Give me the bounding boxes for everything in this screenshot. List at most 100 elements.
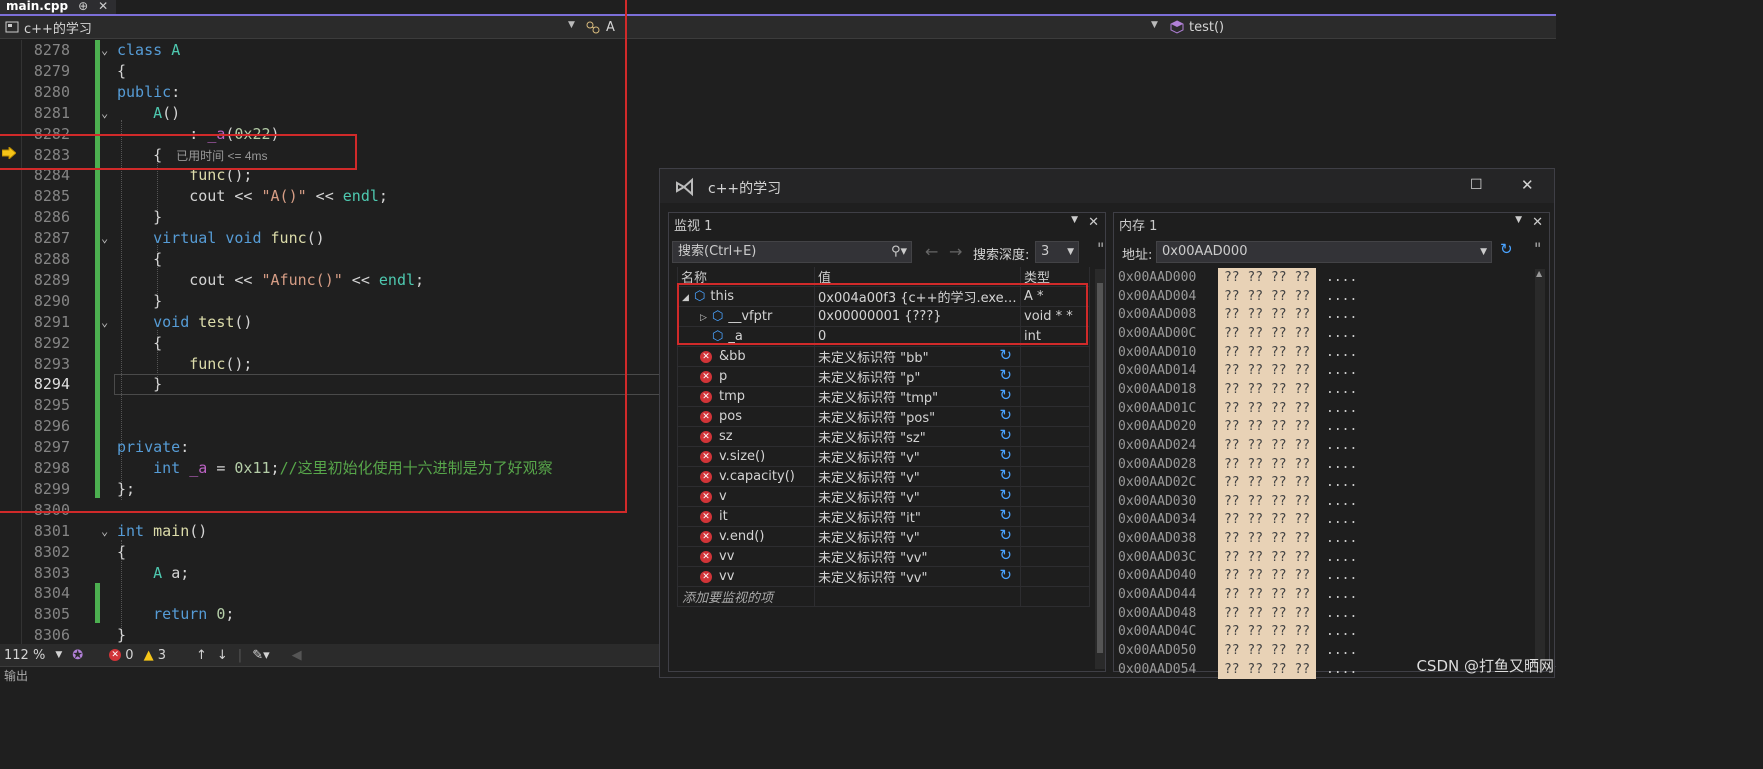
refresh-icon[interactable]: ↻ — [999, 507, 1012, 525]
memory-row[interactable]: 0x00AAD03C ?? ?? ?? ??.... — [1118, 547, 1357, 567]
memory-bytes[interactable]: ?? ?? ?? ?? — [1218, 622, 1316, 642]
watch-value-cell[interactable]: 未定义标识符 "bb" ↻ — [814, 346, 1021, 367]
chevron-down-icon[interactable]: ▼ — [1515, 215, 1522, 230]
watch-name-cell[interactable]: ✕ tmp — [677, 386, 815, 407]
memory-bytes[interactable]: ?? ?? ?? ?? — [1218, 286, 1316, 306]
refresh-icon[interactable]: ↻ — [999, 567, 1012, 585]
scrollbar-thumb[interactable] — [1097, 283, 1103, 653]
watch-value-cell[interactable]: 未定义标识符 "tmp" ↻ — [814, 386, 1021, 407]
memory-row[interactable]: 0x00AAD020 ?? ?? ?? ??.... — [1118, 417, 1357, 437]
overflow-icon[interactable]: " — [1534, 239, 1541, 258]
search-icon[interactable]: ⚲▾ — [891, 242, 907, 262]
code-line[interactable]: 8304 — [0, 583, 660, 604]
memory-row[interactable]: 0x00AAD044 ?? ?? ?? ??.... — [1118, 585, 1357, 605]
refresh-icon[interactable]: ↻ — [999, 487, 1012, 505]
watch-value-cell[interactable]: 未定义标识符 "v" ↻ — [814, 486, 1021, 507]
code-line[interactable]: 8302 { — [0, 542, 660, 563]
memory-bytes[interactable]: ?? ?? ?? ?? — [1218, 529, 1316, 549]
watch-row[interactable]: ✕ v 未定义标识符 "v" ↻ — [677, 486, 1090, 507]
memory-bytes[interactable]: ?? ?? ?? ?? — [1218, 435, 1316, 455]
watch-row[interactable]: ✕ vv 未定义标识符 "vv" ↻ — [677, 546, 1090, 567]
memory-row[interactable]: 0x00AAD028 ?? ?? ?? ??.... — [1118, 454, 1357, 474]
watch-name-cell[interactable]: ✕ vv — [677, 566, 815, 587]
watch-name-cell[interactable]: ✕ pos — [677, 406, 815, 427]
watch-name-cell[interactable]: ✕ v.end() — [677, 526, 815, 547]
memory-row[interactable]: 0x00AAD030 ?? ?? ?? ??.... — [1118, 491, 1357, 511]
close-icon[interactable]: ✕ — [1532, 215, 1543, 230]
chevron-down-icon[interactable]: ▼ — [1151, 20, 1158, 30]
memory-row[interactable]: 0x00AAD034 ?? ?? ?? ??.... — [1118, 510, 1357, 530]
forward-arrow-icon[interactable]: → — [949, 242, 962, 261]
memory-row[interactable]: 0x00AAD054 ?? ?? ?? ??.... — [1118, 659, 1357, 679]
close-icon[interactable]: ✕ — [1521, 176, 1534, 194]
brush-icon[interactable]: ✎▾ — [252, 648, 269, 663]
watch-value-cell[interactable]: 未定义标识符 "it" ↻ — [814, 506, 1021, 527]
watch-search-input[interactable]: 搜索(Ctrl+E) ⚲▾ — [672, 241, 912, 263]
warnings-indicator[interactable]: ▲ 3 — [144, 648, 166, 663]
search-depth-select[interactable]: 3 ▼ — [1035, 241, 1079, 263]
memory-bytes[interactable]: ?? ?? ?? ?? — [1218, 603, 1316, 623]
memory-bytes[interactable]: ?? ?? ?? ?? — [1218, 454, 1316, 474]
errors-indicator[interactable]: ✕ 0 — [109, 648, 134, 663]
watch-row[interactable]: ✕ v.capacity() 未定义标识符 "v" ↻ — [677, 466, 1090, 487]
watch-row[interactable]: ✕ v.end() 未定义标识符 "v" ↻ — [677, 526, 1090, 547]
watch-row[interactable]: ✕ tmp 未定义标识符 "tmp" ↻ — [677, 386, 1090, 407]
watch-value-cell[interactable]: 未定义标识符 "vv" ↻ — [814, 566, 1021, 587]
arrow-up-icon[interactable]: ↑ — [196, 648, 207, 663]
memory-bytes[interactable]: ?? ?? ?? ?? — [1218, 361, 1316, 381]
watch-value-cell[interactable]: 未定义标识符 "pos" ↻ — [814, 406, 1021, 427]
code-line[interactable]: 8303 A a; — [0, 563, 660, 584]
memory-row[interactable]: 0x00AAD000 ?? ?? ?? ??.... — [1118, 268, 1357, 287]
copilot-icon[interactable]: ✪ — [72, 648, 83, 663]
watch-value-cell[interactable]: 未定义标识符 "sz" ↻ — [814, 426, 1021, 447]
watch-scrollbar[interactable] — [1095, 269, 1105, 669]
memory-bytes[interactable]: ?? ?? ?? ?? — [1218, 641, 1316, 660]
zoom-level[interactable]: 112 % — [4, 648, 45, 663]
watch-value-cell[interactable]: 未定义标识符 "v" ↻ — [814, 466, 1021, 487]
code-line[interactable]: 8305 return 0; — [0, 604, 660, 625]
maximize-icon[interactable]: ☐ — [1470, 177, 1483, 193]
watch-value-cell[interactable]: 未定义标识符 "p" ↻ — [814, 366, 1021, 387]
refresh-icon[interactable]: ↻ — [999, 547, 1012, 565]
refresh-icon[interactable]: ↻ — [999, 467, 1012, 485]
memory-row[interactable]: 0x00AAD04C ?? ?? ?? ??.... — [1118, 622, 1357, 642]
memory-bytes[interactable]: ?? ?? ?? ?? — [1218, 510, 1316, 530]
refresh-icon[interactable]: ↻ — [999, 347, 1012, 365]
memory-bytes[interactable]: ?? ?? ?? ?? — [1218, 398, 1316, 418]
memory-bytes[interactable]: ?? ?? ?? ?? — [1218, 323, 1316, 343]
refresh-icon[interactable]: ↻ — [999, 407, 1012, 425]
watch-row[interactable]: ✕ sz 未定义标识符 "sz" ↻ — [677, 426, 1090, 447]
memory-bytes[interactable]: ?? ?? ?? ?? — [1218, 473, 1316, 493]
refresh-icon[interactable]: ↻ — [999, 447, 1012, 465]
memory-bytes[interactable]: ?? ?? ?? ?? — [1218, 342, 1316, 362]
memory-bytes[interactable]: ?? ?? ?? ?? — [1218, 305, 1316, 325]
watch-name-cell[interactable]: ✕ vv — [677, 546, 815, 567]
watch-row[interactable]: ✕ it 未定义标识符 "it" ↻ — [677, 506, 1090, 527]
memory-bytes[interactable]: ?? ?? ?? ?? — [1218, 547, 1316, 567]
scroll-left-icon[interactable]: ◀ — [292, 648, 302, 663]
memory-row[interactable]: 0x00AAD010 ?? ?? ?? ??.... — [1118, 342, 1357, 362]
watch-value-cell[interactable]: 未定义标识符 "v" ↻ — [814, 526, 1021, 547]
close-icon[interactable]: ✕ — [1088, 215, 1099, 230]
chevron-down-icon[interactable]: ▼ — [1071, 215, 1078, 230]
watch-name-cell[interactable]: ✕ v — [677, 486, 815, 507]
watch-name-cell[interactable]: ✕ p — [677, 366, 815, 387]
memory-row[interactable]: 0x00AAD038 ?? ?? ?? ??.... — [1118, 529, 1357, 549]
overflow-icon[interactable]: " — [1097, 239, 1104, 258]
memory-row[interactable]: 0x00AAD040 ?? ?? ?? ??.... — [1118, 566, 1357, 586]
code-line[interactable]: 8301 ⌄ int main() — [0, 521, 660, 542]
watch-name-cell[interactable]: ✕ &bb — [677, 346, 815, 367]
watch-value-cell[interactable]: 未定义标识符 "v" ↻ — [814, 446, 1021, 467]
memory-bytes[interactable]: ?? ?? ?? ?? — [1218, 268, 1316, 287]
arrow-down-icon[interactable]: ↓ — [217, 648, 228, 663]
refresh-icon[interactable]: ↻ — [999, 367, 1012, 385]
memory-row[interactable]: 0x00AAD004 ?? ?? ?? ??.... — [1118, 286, 1357, 306]
chevron-down-icon[interactable]: ▼ — [55, 650, 62, 660]
memory-bytes[interactable]: ?? ?? ?? ?? — [1218, 491, 1316, 511]
address-input[interactable]: 0x00AAD000 ▼ — [1156, 241, 1492, 263]
memory-row[interactable]: 0x00AAD02C ?? ?? ?? ??.... — [1118, 473, 1357, 493]
output-label[interactable]: 输出 — [4, 669, 28, 683]
memory-row[interactable]: 0x00AAD008 ?? ?? ?? ??.... — [1118, 305, 1357, 325]
memory-row[interactable]: 0x00AAD014 ?? ?? ?? ??.... — [1118, 361, 1357, 381]
refresh-icon[interactable]: ↻ — [1500, 240, 1513, 258]
